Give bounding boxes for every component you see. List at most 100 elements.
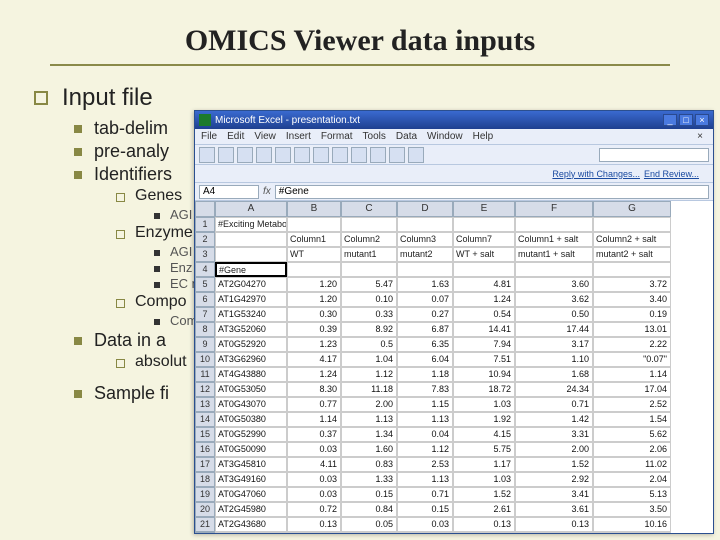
- cell[interactable]: [341, 262, 397, 277]
- col-header-e[interactable]: E: [453, 201, 515, 217]
- cell[interactable]: [341, 217, 397, 232]
- cell[interactable]: 5.13: [593, 487, 671, 502]
- row-header[interactable]: 12: [195, 382, 215, 397]
- cut-icon[interactable]: [275, 147, 291, 163]
- cell[interactable]: Column2 + salt: [593, 232, 671, 247]
- cell[interactable]: 0.13: [515, 517, 593, 532]
- cell[interactable]: 1.10: [515, 352, 593, 367]
- cell[interactable]: 8.92: [341, 322, 397, 337]
- cell[interactable]: 2.92: [515, 472, 593, 487]
- cell[interactable]: 3.31: [515, 427, 593, 442]
- menu-tools[interactable]: Tools: [363, 131, 386, 142]
- cell[interactable]: 0.19: [593, 307, 671, 322]
- cell[interactable]: 1.14: [287, 412, 341, 427]
- name-box[interactable]: A4: [199, 185, 259, 199]
- cell[interactable]: AT3G52060: [215, 322, 287, 337]
- cell[interactable]: [453, 217, 515, 232]
- doc-close-button[interactable]: ×: [693, 131, 707, 142]
- cell[interactable]: AT3G45810: [215, 457, 287, 472]
- cell[interactable]: 0.5: [341, 337, 397, 352]
- cell[interactable]: 1.34: [341, 427, 397, 442]
- cell[interactable]: 1.13: [341, 412, 397, 427]
- cell[interactable]: 2.53: [397, 457, 453, 472]
- cell[interactable]: 0.84: [341, 502, 397, 517]
- cell[interactable]: 3.61: [515, 502, 593, 517]
- cell[interactable]: 1.03: [453, 472, 515, 487]
- cell[interactable]: 1.60: [341, 442, 397, 457]
- row-header[interactable]: 11: [195, 367, 215, 382]
- cell[interactable]: 1.24: [453, 292, 515, 307]
- row-header[interactable]: 19: [195, 487, 215, 502]
- row-header[interactable]: 4: [195, 262, 215, 277]
- cell[interactable]: AT3G49160: [215, 472, 287, 487]
- row-header[interactable]: 3: [195, 247, 215, 262]
- cell[interactable]: 0.05: [341, 517, 397, 532]
- cell[interactable]: 1.04: [341, 352, 397, 367]
- cell[interactable]: 3.17: [515, 337, 593, 352]
- cell[interactable]: 3.40: [593, 292, 671, 307]
- cell[interactable]: AT0G50090: [215, 442, 287, 457]
- cell[interactable]: [215, 232, 287, 247]
- col-header-g[interactable]: G: [593, 201, 671, 217]
- cell[interactable]: 2.22: [593, 337, 671, 352]
- cell[interactable]: 1.63: [397, 277, 453, 292]
- cell[interactable]: 11.18: [341, 382, 397, 397]
- cell[interactable]: 0.15: [341, 487, 397, 502]
- row-header[interactable]: 14: [195, 412, 215, 427]
- row-header[interactable]: 21: [195, 517, 215, 532]
- cell[interactable]: 5.47: [341, 277, 397, 292]
- cell[interactable]: 1.23: [287, 337, 341, 352]
- row-header[interactable]: 8: [195, 322, 215, 337]
- cell[interactable]: 3.62: [515, 292, 593, 307]
- cell[interactable]: 14.41: [453, 322, 515, 337]
- cell[interactable]: 0.13: [453, 517, 515, 532]
- menu-insert[interactable]: Insert: [286, 131, 311, 142]
- cell[interactable]: 0.30: [287, 307, 341, 322]
- titlebar[interactable]: Microsoft Excel - presentation.txt _ □ ×: [195, 111, 713, 129]
- cell[interactable]: 0.95: [515, 532, 593, 533]
- cell[interactable]: 0.37: [287, 427, 341, 442]
- cell[interactable]: 0.83: [341, 457, 397, 472]
- cell[interactable]: 2.00: [341, 397, 397, 412]
- menu-help[interactable]: Help: [473, 131, 494, 142]
- maximize-button[interactable]: □: [679, 114, 693, 126]
- row-header[interactable]: 7: [195, 307, 215, 322]
- cell[interactable]: 17.44: [515, 322, 593, 337]
- cell[interactable]: 4.15: [453, 427, 515, 442]
- cell[interactable]: AT0G53050: [215, 382, 287, 397]
- cell[interactable]: WT: [287, 247, 341, 262]
- redo-icon[interactable]: [351, 147, 367, 163]
- cell[interactable]: 1.35: [341, 532, 397, 533]
- cell[interactable]: 7.51: [453, 352, 515, 367]
- cell[interactable]: 0.72: [287, 502, 341, 517]
- cell[interactable]: AT0G50380: [215, 412, 287, 427]
- cell[interactable]: #Gene: [215, 262, 287, 277]
- cell[interactable]: 1.24: [287, 367, 341, 382]
- cell[interactable]: 1.03: [453, 397, 515, 412]
- cell[interactable]: [453, 262, 515, 277]
- cell[interactable]: 8.30: [287, 382, 341, 397]
- cell[interactable]: 4.11: [287, 457, 341, 472]
- cell[interactable]: 0.07: [397, 292, 453, 307]
- row-header[interactable]: 16: [195, 442, 215, 457]
- cell[interactable]: AT0G52920: [215, 337, 287, 352]
- cell[interactable]: AT0G52990: [215, 427, 287, 442]
- cell[interactable]: AT0G47060: [215, 487, 287, 502]
- cell[interactable]: 1.15: [397, 397, 453, 412]
- row-header[interactable]: 13: [195, 397, 215, 412]
- cell[interactable]: 0.27: [397, 307, 453, 322]
- menu-edit[interactable]: Edit: [227, 131, 244, 142]
- cell[interactable]: [515, 217, 593, 232]
- cell[interactable]: 0.15: [397, 532, 453, 533]
- cell[interactable]: 2.61: [453, 502, 515, 517]
- cell[interactable]: AT3G62960: [215, 352, 287, 367]
- print-icon[interactable]: [256, 147, 272, 163]
- cell[interactable]: [515, 262, 593, 277]
- cell[interactable]: 0.77: [287, 397, 341, 412]
- undo-icon[interactable]: [332, 147, 348, 163]
- cell[interactable]: WT + salt: [453, 247, 515, 262]
- cell[interactable]: 1.52: [515, 457, 593, 472]
- chart-icon[interactable]: [408, 147, 424, 163]
- row-header[interactable]: 1: [195, 217, 215, 232]
- cell[interactable]: Column1 + salt: [515, 232, 593, 247]
